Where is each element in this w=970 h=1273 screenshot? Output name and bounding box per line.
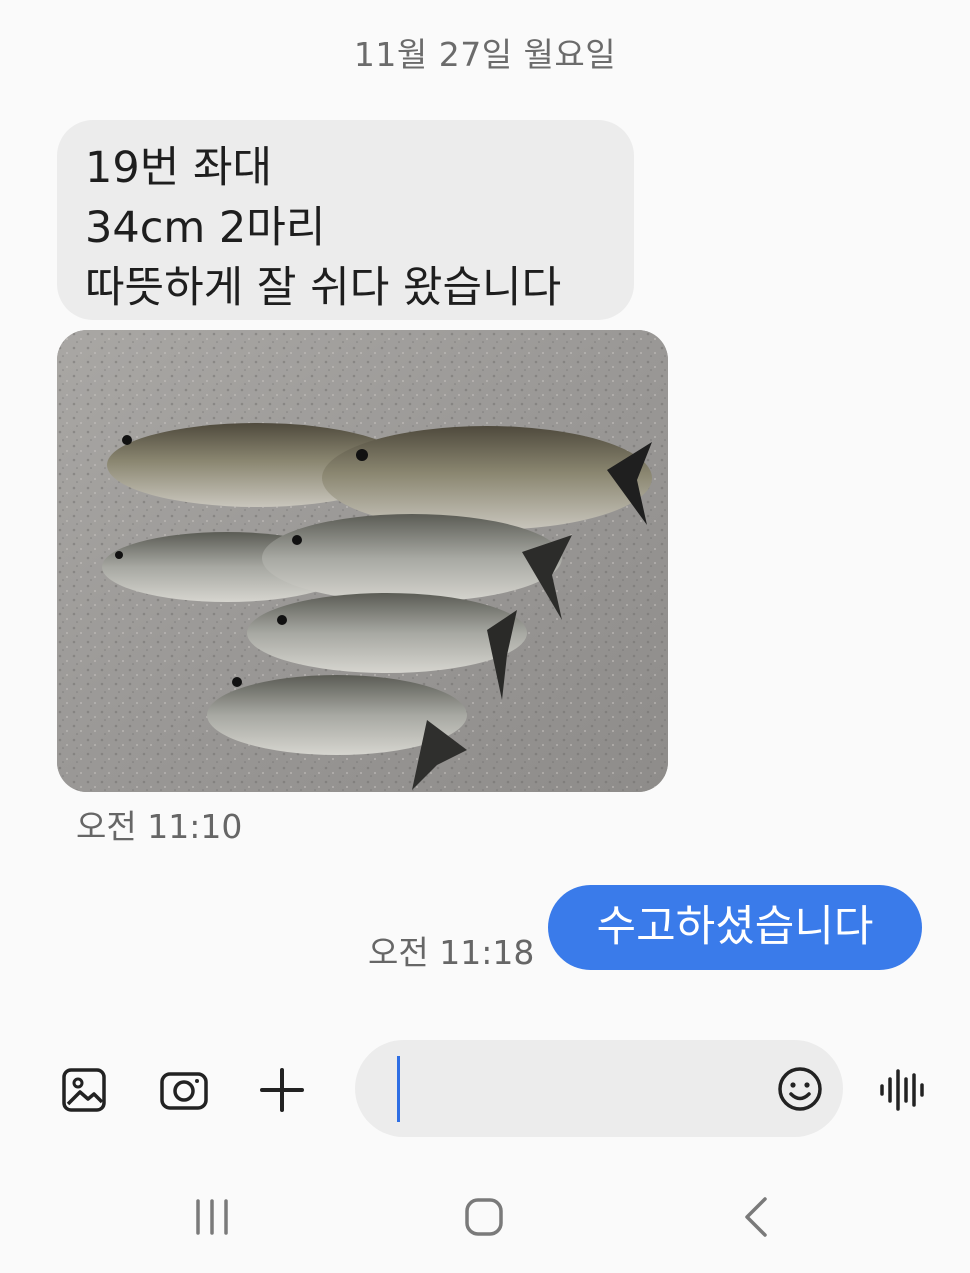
message-line: 19번 좌대 (85, 143, 273, 193)
voice-wave-icon[interactable] (876, 1064, 928, 1116)
text-caret (397, 1056, 400, 1122)
incoming-message-time: 오전 11:10 (76, 807, 243, 846)
smiley-icon[interactable] (777, 1066, 823, 1112)
image-icon[interactable] (58, 1064, 110, 1116)
outgoing-message-bubble[interactable]: 수고하셨습니다 (548, 885, 922, 970)
message-thread: 11월 27일 월요일 19번 좌대 34cm 2마리 따뜻하게 잘 쉬다 왔습… (0, 0, 970, 1273)
home-icon[interactable] (454, 1192, 514, 1242)
message-line: 따뜻하게 잘 쉬다 왔습니다 (85, 263, 562, 313)
outgoing-message-time: 오전 11:18 (368, 933, 535, 972)
date-separator: 11월 27일 월요일 (353, 35, 617, 74)
fish-photo (57, 330, 668, 792)
plus-icon[interactable] (256, 1064, 308, 1116)
message-input-container[interactable] (355, 1040, 843, 1137)
message-line: 34cm 2마리 (85, 203, 326, 253)
incoming-message-bubble[interactable]: 19번 좌대 34cm 2마리 따뜻하게 잘 쉬다 왔습니다 (57, 120, 634, 320)
camera-icon[interactable] (158, 1064, 210, 1116)
back-icon[interactable] (727, 1192, 787, 1242)
incoming-photo-attachment[interactable] (57, 330, 668, 792)
recent-apps-icon[interactable] (182, 1192, 242, 1242)
message-input[interactable] (405, 1040, 765, 1137)
